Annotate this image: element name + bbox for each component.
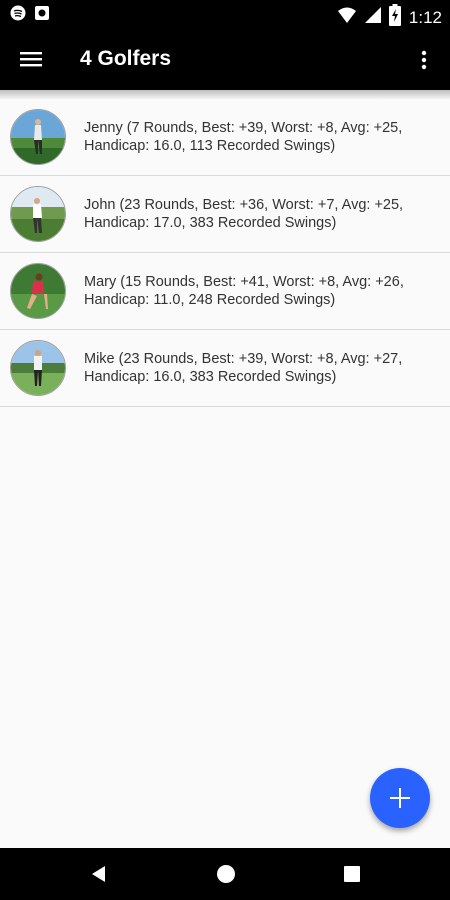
hamburger-menu-icon[interactable] [20,49,42,69]
golfer-summary-line1: John (23 Rounds, Best: +36, Worst: +7, A… [84,197,404,213]
golfer-summary: John (23 Rounds, Best: +36, Worst: +7, A… [84,196,434,232]
spotify-icon [10,5,26,26]
golfer-avatar [10,263,66,319]
golfer-summary-line1: Mike (23 Rounds, Best: +39, Worst: +8, A… [84,351,403,367]
golfer-avatar [10,186,66,242]
golfer-summary-line2: Handicap: 16.0, 383 Recorded Swings) [84,369,337,385]
system-nav-bar [0,848,450,900]
more-vert-icon[interactable] [412,48,436,72]
golfer-summary-line2: Handicap: 11.0, 248 Recorded Swings) [84,292,336,308]
image-icon [34,5,50,26]
golfer-list: Jenny (7 Rounds, Best: +39, Worst: +8, A… [0,99,450,407]
golfer-summary: Jenny (7 Rounds, Best: +39, Worst: +8, A… [84,119,434,155]
golfer-summary: Mary (15 Rounds, Best: +41, Worst: +8, A… [84,273,434,309]
status-bar: 1:12 [0,0,450,30]
recents-icon[interactable] [340,862,364,886]
page-title: 4 Golfers [80,47,172,70]
golfer-row-mike[interactable]: Mike (23 Rounds, Best: +39, Worst: +8, A… [0,330,450,407]
status-time: 1:12 [408,7,442,27]
golfer-summary-line2: Handicap: 16.0, 113 Recorded Swings) [84,138,336,154]
golfer-row-mary[interactable]: Mary (15 Rounds, Best: +41, Worst: +8, A… [0,253,450,330]
app-bar: 4 Golfers [0,30,450,90]
golfer-summary-line1: Mary (15 Rounds, Best: +41, Worst: +8, A… [84,274,404,290]
golfer-avatar [10,340,66,396]
golfer-row-john[interactable]: John (23 Rounds, Best: +36, Worst: +7, A… [0,176,450,253]
add-golfer-button[interactable] [370,768,430,828]
home-icon[interactable] [214,862,238,886]
battery-icon [388,4,401,31]
golfer-row-jenny[interactable]: Jenny (7 Rounds, Best: +39, Worst: +8, A… [0,99,450,176]
signal-icon [364,5,381,30]
golfer-summary: Mike (23 Rounds, Best: +39, Worst: +8, A… [84,350,434,386]
wifi-icon [337,5,357,30]
add-icon [390,788,410,808]
golfer-summary-line2: Handicap: 17.0, 383 Recorded Swings) [84,215,337,231]
back-icon[interactable] [87,862,111,886]
golfer-summary-line1: Jenny (7 Rounds, Best: +39, Worst: +8, A… [84,120,403,136]
golfer-avatar [10,109,66,165]
